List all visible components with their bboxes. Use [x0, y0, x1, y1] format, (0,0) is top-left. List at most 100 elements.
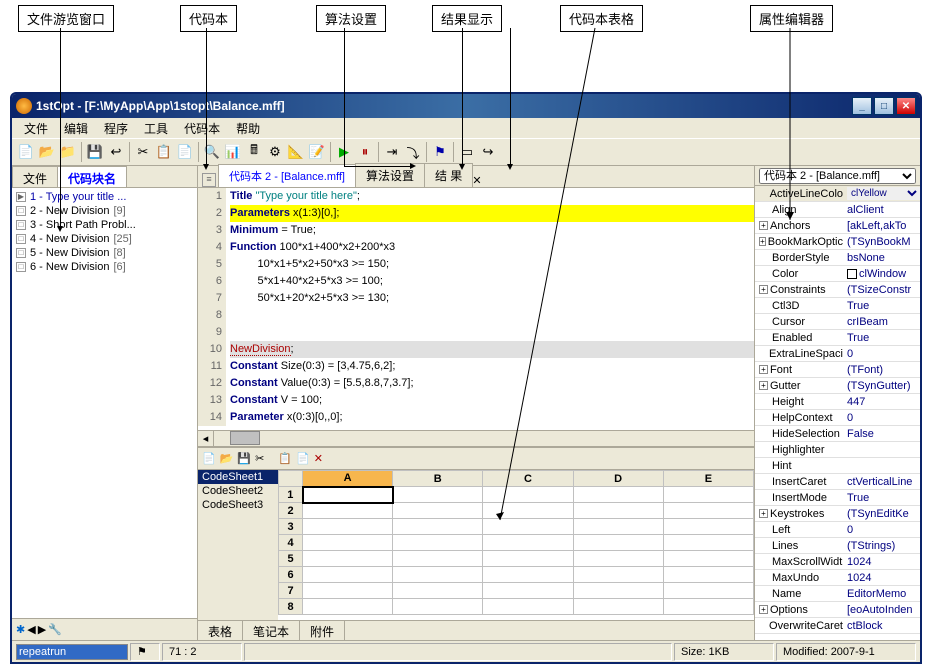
prop-row[interactable]: BorderStylebsNone — [755, 250, 920, 266]
sheet-save-icon[interactable]: 💾 — [237, 452, 251, 465]
menu-edit[interactable]: 编辑 — [56, 118, 96, 139]
sheet-cut-icon[interactable]: ✂ — [255, 452, 264, 465]
spreadsheet-grid[interactable]: ABCDE12345678 — [278, 470, 754, 620]
sheet-open-icon[interactable]: 📂 — [220, 452, 234, 465]
exit-icon[interactable]: ↪ — [478, 142, 498, 162]
menu-codebook[interactable]: 代码本 — [176, 118, 228, 139]
lp-prev-icon[interactable]: ◀ — [27, 623, 35, 636]
find-icon[interactable]: 🔍 — [202, 142, 222, 162]
cut-icon[interactable]: ✂ — [133, 142, 153, 162]
chart-icon[interactable]: 📊 — [223, 142, 243, 162]
prop-row[interactable]: Lines(TStrings) — [755, 538, 920, 554]
sheet-tab-attach[interactable]: 附件 — [300, 621, 345, 640]
prop-row[interactable]: +Gutter(TSynGutter) — [755, 378, 920, 394]
prop-row[interactable]: +Constraints(TSizeConstr — [755, 282, 920, 298]
prop-row[interactable]: Hint — [755, 458, 920, 474]
editor-hscrollbar[interactable]: ◂ — [198, 430, 754, 446]
tab-close-icon[interactable]: ✕ — [472, 174, 481, 187]
open-icon[interactable]: 📂 — [37, 142, 57, 162]
prop-row[interactable]: NameEditorMemo — [755, 586, 920, 602]
sheet-paste-icon[interactable]: 📄 — [296, 452, 310, 465]
open2-icon[interactable]: 📁 — [58, 142, 78, 162]
main-toolbar: 📄 📂 📁 💾 ↩ ✂ 📋 📄 🔍 📊 🖩 ⚙ 📐 📝 ▶ ⏸ ⇥ ⤵ ⚑ ▭ … — [12, 138, 920, 166]
prop-row[interactable]: MaxUndo1024 — [755, 570, 920, 586]
file-browser-panel: 文件 代码块名 ▶1 - Type your title ... □2 - Ne… — [12, 166, 198, 640]
sheet-nav-item[interactable]: CodeSheet3 — [198, 498, 278, 512]
window-title: 1stOpt - [F:\MyApp\App\1stopt\Balance.mf… — [36, 99, 852, 113]
menubar: 文件 编辑 程序 工具 代码本 帮助 — [12, 118, 920, 138]
tab-algo[interactable]: 算法设置 — [355, 163, 425, 187]
prop-row[interactable]: +BookMarkOptic(TSynBookM — [755, 234, 920, 250]
menu-help[interactable]: 帮助 — [228, 118, 268, 139]
lp-tab-block[interactable]: 代码块名 — [57, 166, 127, 187]
file-list-item[interactable]: □5 - New Division [8] — [12, 246, 197, 260]
prop-row[interactable]: ActiveLineColoclYellow — [755, 186, 920, 202]
prop-row[interactable]: InsertCaretctVerticalLine — [755, 474, 920, 490]
sheet-new-icon[interactable]: 📄 — [202, 452, 216, 465]
maximize-button[interactable]: □ — [874, 97, 894, 115]
prop-row[interactable]: HelpContext0 — [755, 410, 920, 426]
save-icon[interactable]: 💾 — [85, 142, 105, 162]
prop-row[interactable]: +Font(TFont) — [755, 362, 920, 378]
prop-row[interactable]: Height447 — [755, 394, 920, 410]
menu-file[interactable]: 文件 — [16, 118, 56, 139]
prop-row[interactable]: EnabledTrue — [755, 330, 920, 346]
prop-row[interactable]: InsertModeTrue — [755, 490, 920, 506]
flag-icon[interactable]: ⚑ — [430, 142, 450, 162]
tab-codebook-prefix: 代码本 2 - — [229, 171, 281, 183]
prop-row[interactable]: OverwriteCaretctBlock — [755, 618, 920, 634]
pause-icon[interactable]: ⏸ — [355, 142, 375, 162]
close-button[interactable]: ✕ — [896, 97, 916, 115]
tab-nav-icon[interactable]: ≡ — [202, 173, 216, 187]
sheet-nav-item[interactable]: CodeSheet2 — [198, 484, 278, 498]
file-list-item[interactable]: ▶1 - Type your title ... — [12, 190, 197, 204]
tab-result[interactable]: 结 果 — [424, 163, 473, 187]
menu-tool[interactable]: 工具 — [136, 118, 176, 139]
sheet-del-icon[interactable]: ✕ — [314, 452, 323, 465]
lp-next-icon[interactable]: ▶ — [38, 623, 46, 636]
tool1-icon[interactable]: ⚙ — [265, 142, 285, 162]
sheet-tab-grid[interactable]: 表格 — [198, 621, 243, 640]
calc-icon[interactable]: 🖩 — [244, 142, 264, 162]
prop-row[interactable]: ExtraLineSpaci0 — [755, 346, 920, 362]
prop-row[interactable]: Ctl3DTrue — [755, 298, 920, 314]
sheet-copy-icon[interactable]: 📋 — [278, 452, 292, 465]
lp-refresh-icon[interactable]: ✱ — [16, 623, 25, 636]
code-editor[interactable]: 1234567891011121314 Title "Type your tit… — [198, 188, 754, 446]
tool2-icon[interactable]: 📐 — [286, 142, 306, 162]
step2-icon[interactable]: ⤵ — [403, 142, 423, 162]
file-list-item[interactable]: □3 - Short Path Probl... — [12, 218, 197, 232]
status-pos: 71 : 2 — [162, 643, 242, 661]
menu-program[interactable]: 程序 — [96, 118, 136, 139]
file-list-item[interactable]: □6 - New Division [6] — [12, 260, 197, 274]
tool3-icon[interactable]: 📝 — [307, 142, 327, 162]
lp-tab-file[interactable]: 文件 — [12, 166, 58, 187]
file-list-item[interactable]: □2 - New Division [9] — [12, 204, 197, 218]
paste-icon[interactable]: 📄 — [175, 142, 195, 162]
lp-tool-icon[interactable]: 🔧 — [48, 623, 62, 636]
copy-icon[interactable]: 📋 — [154, 142, 174, 162]
sheet-nav-item[interactable]: CodeSheet1 — [198, 470, 278, 484]
command-input[interactable] — [16, 644, 128, 660]
anno-codebook: 代码本 — [180, 5, 237, 32]
undo-icon[interactable]: ↩ — [106, 142, 126, 162]
prop-object-select[interactable]: 代码本 2 - [Balance.mff] — [759, 168, 916, 184]
prop-row[interactable]: Highlighter — [755, 442, 920, 458]
prop-row[interactable]: +Keystrokes(TSynEditKe — [755, 506, 920, 522]
new-icon[interactable]: 📄 — [16, 142, 36, 162]
prop-row[interactable]: ColorclWindow — [755, 266, 920, 282]
prop-row[interactable]: CursorcrIBeam — [755, 314, 920, 330]
file-list-item[interactable]: □4 - New Division [25] — [12, 232, 197, 246]
sheet-tab-note[interactable]: 笔记本 — [243, 621, 300, 640]
step-icon[interactable]: ⇥ — [382, 142, 402, 162]
prop-row[interactable]: +Anchors[akLeft,akTo — [755, 218, 920, 234]
prop-row[interactable]: Left0 — [755, 522, 920, 538]
minimize-button[interactable]: _ — [852, 97, 872, 115]
prop-row[interactable]: HideSelectionFalse — [755, 426, 920, 442]
run-icon[interactable]: ▶ — [334, 142, 354, 162]
prop-row[interactable]: MaxScrollWidt1024 — [755, 554, 920, 570]
prop-row[interactable]: +Options[eoAutoInden — [755, 602, 920, 618]
tab-codebook[interactable]: 代码本 2 - [Balance.mff] — [218, 164, 356, 187]
window-icon[interactable]: ▭ — [457, 142, 477, 162]
prop-row[interactable]: AlignalClient — [755, 202, 920, 218]
